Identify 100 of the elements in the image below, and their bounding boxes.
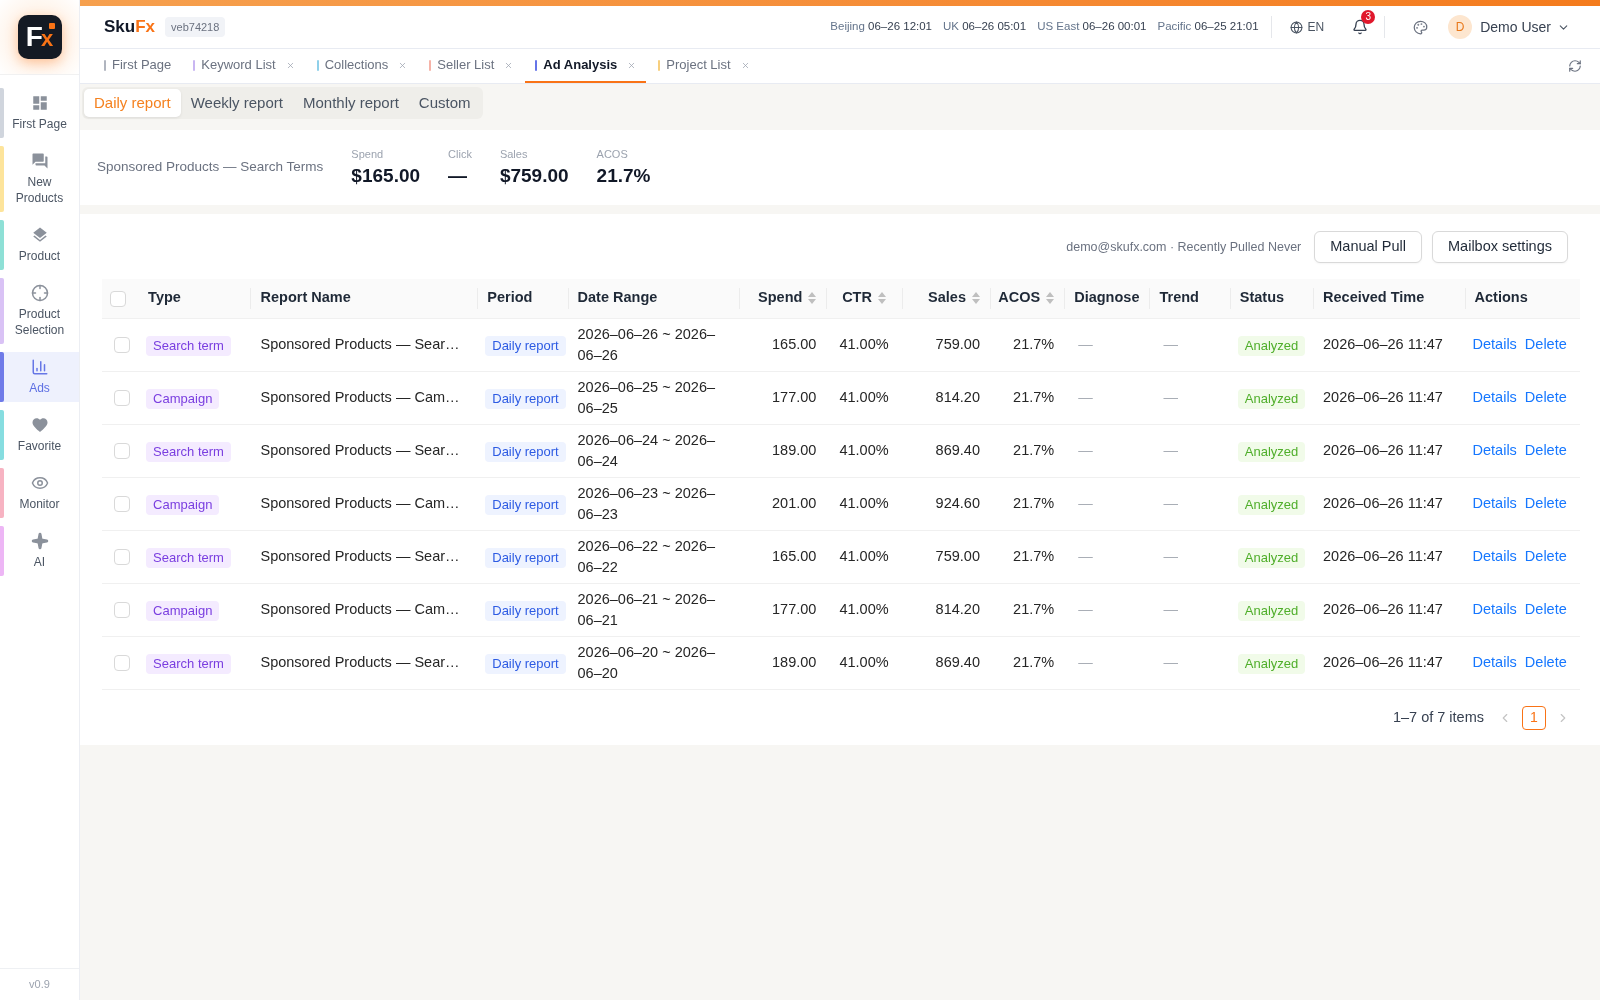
sparkle-icon: [30, 532, 49, 550]
sort-icon[interactable]: [808, 292, 817, 305]
table-cell: 2026–06–26 ~ 2026–06–26: [567, 318, 740, 371]
close-icon[interactable]: [627, 60, 637, 70]
table-cell: 2026–06–26 11:47: [1313, 636, 1465, 689]
tab[interactable]: First Page: [94, 49, 182, 83]
delete-link[interactable]: Delete: [1524, 333, 1567, 356]
layers-icon: [30, 226, 49, 244]
column-header[interactable]: Sales: [928, 287, 980, 310]
checkbox[interactable]: [114, 496, 130, 513]
bar-chart-icon: [30, 358, 49, 376]
heart-icon: [30, 416, 49, 434]
sort-icon[interactable]: [877, 292, 886, 305]
stat-value: 21.7%: [596, 164, 651, 188]
checkbox[interactable]: [114, 549, 130, 566]
period-tag: Daily report: [485, 653, 566, 674]
stat-label: ACOS: [596, 147, 629, 161]
table-cell: Sponsored Products — Cam…: [250, 371, 478, 424]
type-tag: Campaign: [146, 388, 220, 409]
table-cell: Sponsored Products — Sear…: [250, 530, 478, 583]
sort-icon[interactable]: [1046, 292, 1055, 305]
checkbox[interactable]: [114, 390, 130, 407]
details-link[interactable]: Details: [1472, 598, 1517, 621]
details-link[interactable]: Details: [1472, 651, 1517, 674]
chat-bubbles-icon: [30, 152, 49, 170]
type-tag: Campaign: [146, 600, 220, 621]
column-header[interactable]: Spend: [758, 287, 817, 310]
nav-item[interactable]: Ads: [0, 352, 79, 402]
table-cell: 41.00%: [826, 583, 902, 636]
clock-time: Pacific 06–25 21:01: [1157, 19, 1259, 35]
table-cell: 21.7%: [989, 371, 1065, 424]
period-tag: Daily report: [485, 441, 566, 462]
user-menu[interactable]: D Demo User: [1448, 15, 1570, 39]
language-button[interactable]: EN: [1283, 18, 1331, 36]
delete-link[interactable]: Delete: [1524, 545, 1567, 568]
details-link[interactable]: Details: [1472, 439, 1517, 462]
table-cell: Sponsored Products — Cam…: [250, 583, 478, 636]
delete-link[interactable]: Delete: [1524, 439, 1567, 462]
tab[interactable]: Keyword List: [183, 49, 305, 83]
stat-value: —: [448, 164, 469, 188]
checkbox[interactable]: [110, 291, 126, 307]
status-tag: Analyzed: [1237, 653, 1306, 674]
table-cell: 869.40: [901, 636, 990, 689]
table-cell: 189.00: [739, 636, 827, 689]
details-link[interactable]: Details: [1472, 545, 1517, 568]
eye-icon: [30, 474, 49, 492]
crosshair-icon: [30, 284, 49, 302]
period-tab[interactable]: Custom: [408, 89, 481, 117]
table-cell: —: [1064, 318, 1150, 371]
delete-link[interactable]: Delete: [1524, 651, 1567, 674]
details-link[interactable]: Details: [1472, 386, 1517, 409]
checkbox[interactable]: [114, 602, 130, 619]
period-tab[interactable]: Daily report: [84, 89, 181, 117]
sort-icon[interactable]: [971, 292, 980, 305]
tab[interactable]: Seller List: [419, 49, 524, 83]
tab[interactable]: Project List: [648, 49, 760, 83]
summary-title: Sponsored Products — Search Terms: [97, 158, 324, 177]
table-cell: 41.00%: [826, 477, 902, 530]
stat-value: $759.00: [499, 164, 569, 188]
type-tag: Search term: [146, 653, 231, 674]
bell-icon[interactable]: [1352, 19, 1369, 35]
period-tab[interactable]: Weekly report: [180, 89, 293, 117]
stat-value: $165.00: [351, 164, 421, 188]
table-cell: 924.60: [901, 477, 990, 530]
table-cell: —: [1064, 477, 1150, 530]
close-icon[interactable]: [398, 60, 408, 70]
tab[interactable]: Collections: [306, 49, 418, 83]
refresh-icon[interactable]: [1568, 59, 1582, 73]
delete-link[interactable]: Delete: [1524, 492, 1567, 515]
stat-label: Spend: [351, 147, 385, 161]
details-link[interactable]: Details: [1472, 492, 1517, 515]
grid-icon: [30, 94, 49, 112]
details-link[interactable]: Details: [1472, 333, 1517, 356]
period-tab[interactable]: Monthly report: [292, 89, 409, 117]
delete-link[interactable]: Delete: [1524, 598, 1567, 621]
table-cell: 2026–06–20 ~ 2026–06–20: [567, 636, 740, 689]
delete-link[interactable]: Delete: [1524, 386, 1567, 409]
palette-icon[interactable]: [1413, 19, 1429, 35]
checkbox[interactable]: [114, 337, 130, 354]
column-header[interactable]: ACOS: [998, 287, 1055, 310]
period-tag: Daily report: [485, 494, 566, 515]
table-cell: —: [1064, 424, 1150, 477]
page-button[interactable]: 1: [1522, 705, 1546, 730]
close-icon[interactable]: [285, 60, 295, 70]
mailbox-settings-button[interactable]: Mailbox settings: [1432, 231, 1568, 263]
manual-pull-button[interactable]: Manual Pull: [1314, 231, 1423, 263]
column-header: Period: [487, 288, 533, 308]
app-logo: Fx: [17, 15, 62, 59]
table-cell: Sponsored Products — Sear…: [250, 318, 478, 371]
table-cell: 814.20: [901, 371, 990, 424]
table-cell: 165.00: [739, 530, 827, 583]
checkbox[interactable]: [114, 443, 130, 460]
column-header[interactable]: CTR: [842, 287, 886, 310]
checkbox[interactable]: [114, 655, 130, 672]
globe-icon: [1289, 20, 1303, 34]
close-icon[interactable]: [504, 60, 514, 70]
close-icon[interactable]: [740, 60, 750, 70]
table-cell: 2026–06–24 ~ 2026–06–24: [567, 424, 740, 477]
table-cell: —: [1149, 318, 1230, 371]
type-tag: Campaign: [146, 494, 220, 515]
